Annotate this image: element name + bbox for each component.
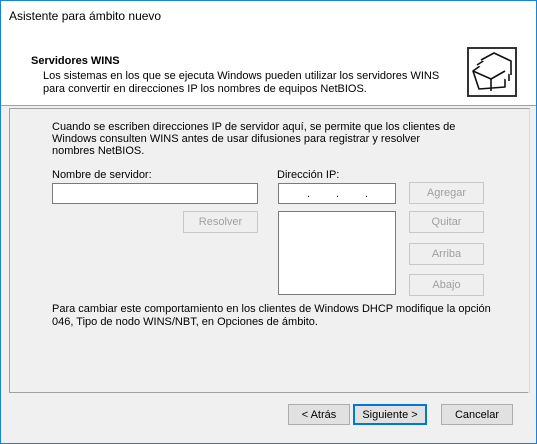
move-up-button[interactable]: Arriba [409, 243, 484, 265]
title-bar[interactable]: Asistente para ámbito nuevo [1, 1, 536, 29]
wins-server-list[interactable] [278, 211, 396, 295]
dhcp-note-text: Para cambiar este comportamiento en los … [52, 303, 491, 328]
wizard-header: Servidores WINS Los sistemas en los que … [1, 29, 536, 106]
page-title: Servidores WINS [31, 55, 120, 67]
page-description: Los sistemas en los que se ejecuta Windo… [43, 70, 440, 95]
remove-button[interactable]: Quitar [409, 211, 484, 233]
ip-octet-separator: . [336, 188, 340, 200]
ip-address-input[interactable]: . . . [278, 183, 396, 204]
footer-divider [9, 392, 528, 393]
server-name-input[interactable] [52, 183, 258, 204]
window-title: Asistente para ámbito nuevo [9, 9, 162, 23]
ip-octet-separator: . [307, 188, 311, 200]
wizard-window: Asistente para ámbito nuevo Servidores W… [0, 0, 537, 444]
server-name-label: Nombre de servidor: [52, 169, 152, 181]
resolve-button[interactable]: Resolver [183, 211, 258, 233]
ip-octet-separator: . [365, 188, 369, 200]
ip-address-label: Dirección IP: [277, 169, 340, 181]
add-button[interactable]: Agregar [409, 182, 484, 204]
cancel-button[interactable]: Cancelar [441, 404, 513, 425]
intro-text: Cuando se escriben direcciones IP de ser… [52, 121, 456, 157]
next-button[interactable]: Siguiente > [353, 404, 427, 425]
move-down-button[interactable]: Abajo [409, 274, 484, 296]
back-button[interactable]: < Atrás [288, 404, 350, 425]
folders-icon [467, 47, 517, 97]
